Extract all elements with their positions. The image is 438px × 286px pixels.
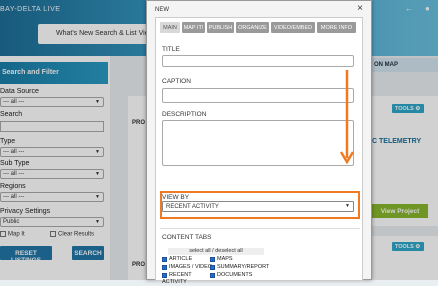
annotation-arrow [339,70,355,165]
